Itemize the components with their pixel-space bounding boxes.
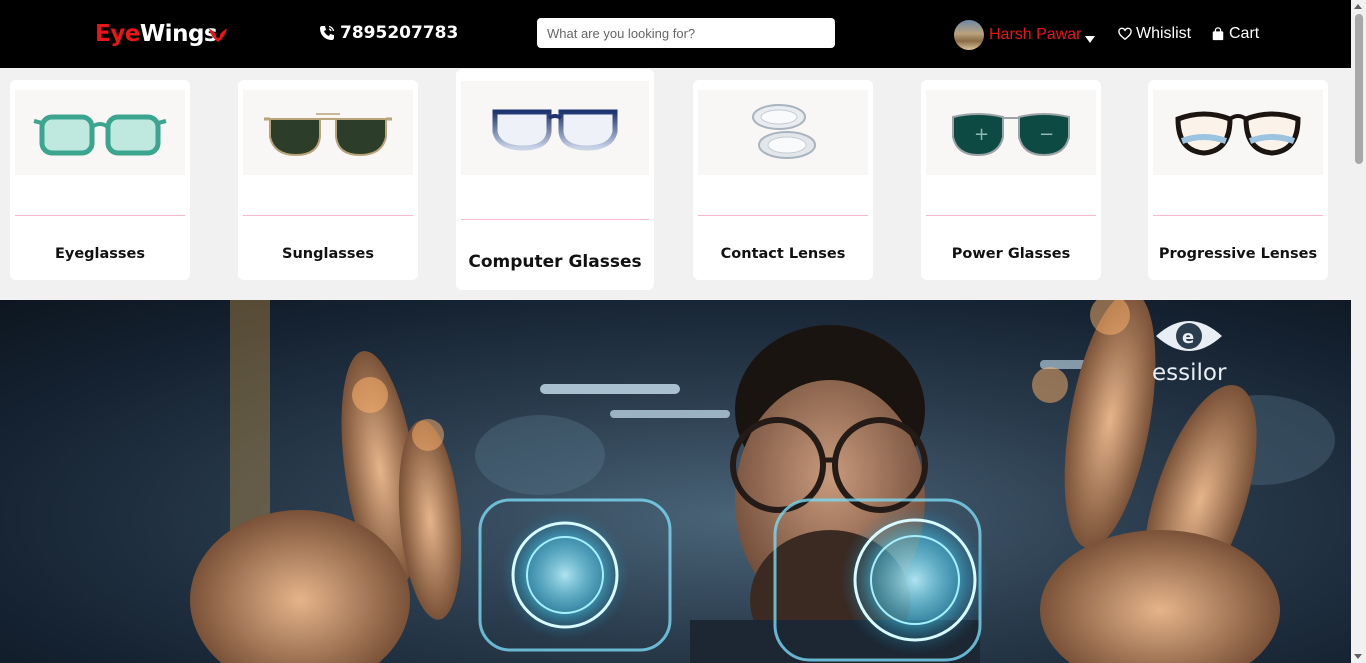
divider — [1153, 215, 1323, 216]
category-card-computer-glasses[interactable]: Computer Glasses — [456, 69, 654, 290]
divider — [926, 215, 1096, 216]
category-label: Computer Glasses — [468, 252, 642, 272]
avatar — [954, 20, 984, 50]
wishlist-link[interactable]: Whislist — [1118, 25, 1191, 43]
svg-text:−: − — [1039, 124, 1054, 145]
category-card-progressive-lenses[interactable]: Progressive Lenses — [1148, 80, 1328, 280]
category-card-contact-lenses[interactable]: Contact Lenses — [693, 80, 873, 280]
search-input[interactable] — [537, 18, 835, 48]
progressive-glasses-thumbnail — [1153, 90, 1323, 175]
banner-image — [190, 300, 1335, 663]
divider — [461, 219, 649, 220]
scroll-down-icon[interactable] — [1354, 654, 1362, 659]
category-label: Eyeglasses — [54, 246, 146, 262]
hero-banner[interactable]: e essilor — [0, 300, 1351, 663]
phone-number[interactable]: 7895207783 — [319, 23, 458, 43]
heart-icon — [1118, 27, 1132, 41]
power-glasses-thumbnail: + − — [926, 90, 1096, 175]
top-header: EyeWings 7895207783 Harsh Pawar Whislist… — [0, 0, 1351, 68]
blue-computer-glasses-thumbnail — [461, 81, 649, 175]
wings-logo-icon — [209, 28, 227, 42]
essilor-logo-icon: e — [1156, 321, 1222, 351]
phone-icon — [320, 25, 335, 40]
site-logo[interactable]: EyeWings — [95, 21, 218, 47]
shopping-bag-icon — [1212, 27, 1224, 41]
svg-text:e: e — [1182, 327, 1194, 348]
scroll-thumb[interactable] — [1355, 14, 1363, 164]
chevron-down-icon — [1085, 35, 1096, 43]
divider — [243, 215, 413, 216]
category-label: Power Glasses — [951, 246, 1071, 262]
category-label: Progressive Lenses — [1158, 246, 1318, 262]
page-scrollbar[interactable] — [1351, 0, 1366, 663]
category-row: Eyeglasses Sunglasses Computer Glasses C… — [0, 68, 1351, 300]
divider — [698, 215, 868, 216]
user-menu[interactable]: Harsh Pawar — [954, 20, 1096, 50]
svg-text:+: + — [974, 124, 989, 145]
contact-lenses-thumbnail — [698, 90, 868, 175]
cart-link[interactable]: Cart — [1211, 25, 1259, 43]
category-label: Contact Lenses — [720, 246, 846, 262]
user-name: Harsh Pawar — [989, 26, 1082, 43]
divider — [15, 215, 185, 216]
category-label: Sunglasses — [282, 246, 374, 262]
category-card-eyeglasses[interactable]: Eyeglasses — [10, 80, 190, 280]
aviator-sunglasses-thumbnail — [243, 90, 413, 175]
category-card-sunglasses[interactable]: Sunglasses — [238, 80, 418, 280]
category-card-power-glasses[interactable]: + − Power Glasses — [921, 80, 1101, 280]
essilor-brand-text: essilor — [1152, 360, 1227, 386]
green-eyeglasses-thumbnail — [15, 90, 185, 175]
scroll-up-icon[interactable] — [1354, 4, 1362, 9]
